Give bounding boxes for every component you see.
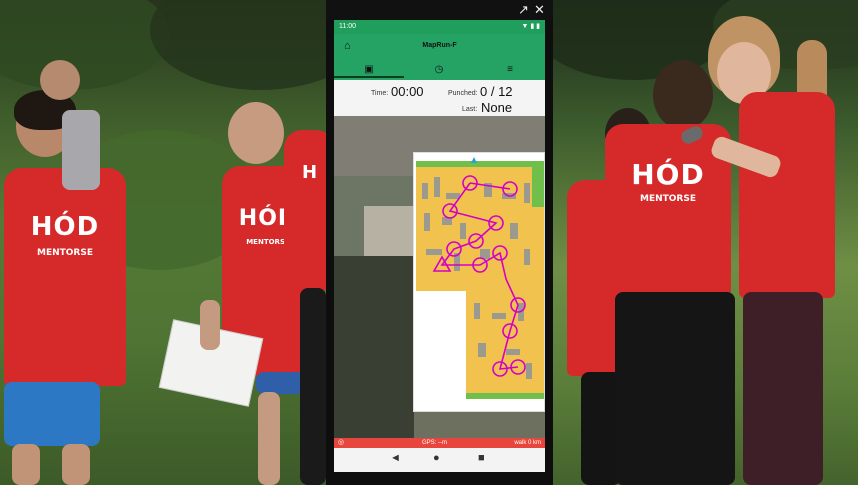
red-shirt: HÓD MENTORSE xyxy=(4,168,126,386)
background-photo-left: HÓD MENTORSE HÓD MENTORSE H xyxy=(0,0,326,485)
location-icon[interactable]: ◎ xyxy=(338,438,344,448)
head xyxy=(653,60,713,130)
android-nav-bar: ◄ ● ■ xyxy=(334,448,545,472)
blue-shorts xyxy=(4,382,100,446)
red-shirt xyxy=(739,92,835,298)
clock-icon: ◷ xyxy=(434,64,444,75)
last-value: None xyxy=(481,100,513,115)
phone-screenshot: ↗ ✕ 11:00 ▼ ▮ ▮ ⌂ MapRun-F ▣ ◷ ≡ Time: 0… xyxy=(326,0,553,485)
status-time: 11:00 xyxy=(339,23,356,30)
shirt-logo-text: HÓD xyxy=(30,212,100,242)
orienteering-map-overlay xyxy=(413,152,545,412)
leg xyxy=(62,444,90,485)
black-leggings xyxy=(615,292,735,485)
tree-foliage xyxy=(0,0,170,90)
status-icons: ▼ ▮ ▮ xyxy=(521,23,540,30)
red-shirt: H xyxy=(284,130,326,290)
shirt-logo-text: HÓD xyxy=(631,158,705,191)
shirt-sub-text: MENTORSE xyxy=(37,248,93,258)
map-icon: ▣ xyxy=(364,64,374,75)
background-child-shirt xyxy=(62,110,100,190)
head xyxy=(228,102,284,164)
home-nav-icon[interactable]: ● xyxy=(433,452,440,464)
tree-foliage xyxy=(553,0,733,80)
recents-icon[interactable]: ■ xyxy=(478,452,485,464)
dark-leggings xyxy=(743,292,823,485)
black-leggings xyxy=(300,288,326,485)
android-status-bar: 11:00 ▼ ▮ ▮ xyxy=(334,20,545,34)
shirt-sub-text: MENTORSE xyxy=(640,194,696,204)
blue-shorts xyxy=(256,372,306,394)
time-label: Time: xyxy=(371,90,389,97)
arm xyxy=(200,300,220,350)
back-icon[interactable]: ◄ xyxy=(390,452,401,464)
app-title: MapRun-F xyxy=(422,42,457,49)
gps-status-bar: ◎ GPS: --m walk 0 km xyxy=(334,438,545,448)
menu-icon: ≡ xyxy=(507,64,513,75)
gps-accuracy: GPS: --m xyxy=(422,440,447,446)
tab-map[interactable]: ▣ xyxy=(334,62,404,78)
app-bar: ⌂ MapRun-F ▣ ◷ ≡ xyxy=(334,34,545,80)
active-tab-indicator xyxy=(334,76,404,78)
satellite-tile xyxy=(414,412,545,438)
course-svg xyxy=(414,157,544,409)
last-label: Last: xyxy=(462,106,478,113)
background-child-head xyxy=(40,60,80,100)
leg xyxy=(12,444,40,485)
tree-foliage xyxy=(150,0,326,90)
close-icon[interactable]: ✕ xyxy=(534,2,545,18)
forest-area xyxy=(334,256,414,438)
run-info-panel: Time: 00:00 Punched: 0 / 12 Last: None xyxy=(334,80,545,116)
tab-timer[interactable]: ◷ xyxy=(404,62,474,78)
walk-distance: walk 0 km xyxy=(514,440,541,446)
tab-menu[interactable]: ≡ xyxy=(475,62,545,78)
punched-value: 0 / 12 xyxy=(480,84,513,99)
phone-bezel xyxy=(326,472,553,485)
popout-icon[interactable]: ↗ xyxy=(518,2,529,18)
background-photo-right: H HÓD MENTORSE xyxy=(553,0,858,485)
time-value: 00:00 xyxy=(391,84,424,99)
leg xyxy=(258,392,280,485)
punched-label: Punched: xyxy=(448,90,478,97)
map-view[interactable] xyxy=(334,116,545,438)
window-topbar: ↗ ✕ xyxy=(326,0,553,20)
